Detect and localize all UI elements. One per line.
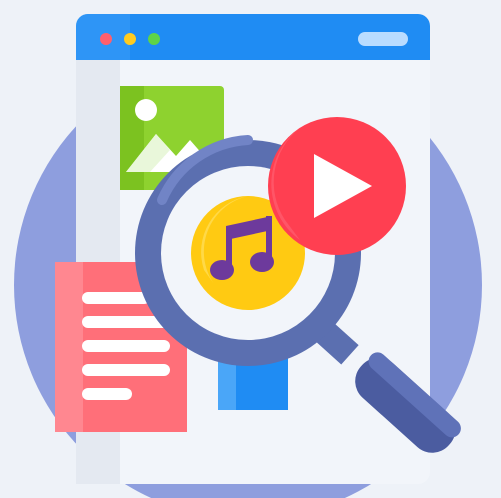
address-pill [358,32,408,46]
document-line [82,364,170,376]
window-dot-yellow [124,33,136,45]
document-line [82,340,170,352]
window-dot-green [148,33,160,45]
window-dot-red [100,33,112,45]
media-search-illustration [14,14,482,498]
play-icon [268,117,406,255]
document-line [82,292,150,304]
illustration-canvas [0,0,501,498]
sun-circle [135,99,157,121]
document-line [82,388,132,400]
